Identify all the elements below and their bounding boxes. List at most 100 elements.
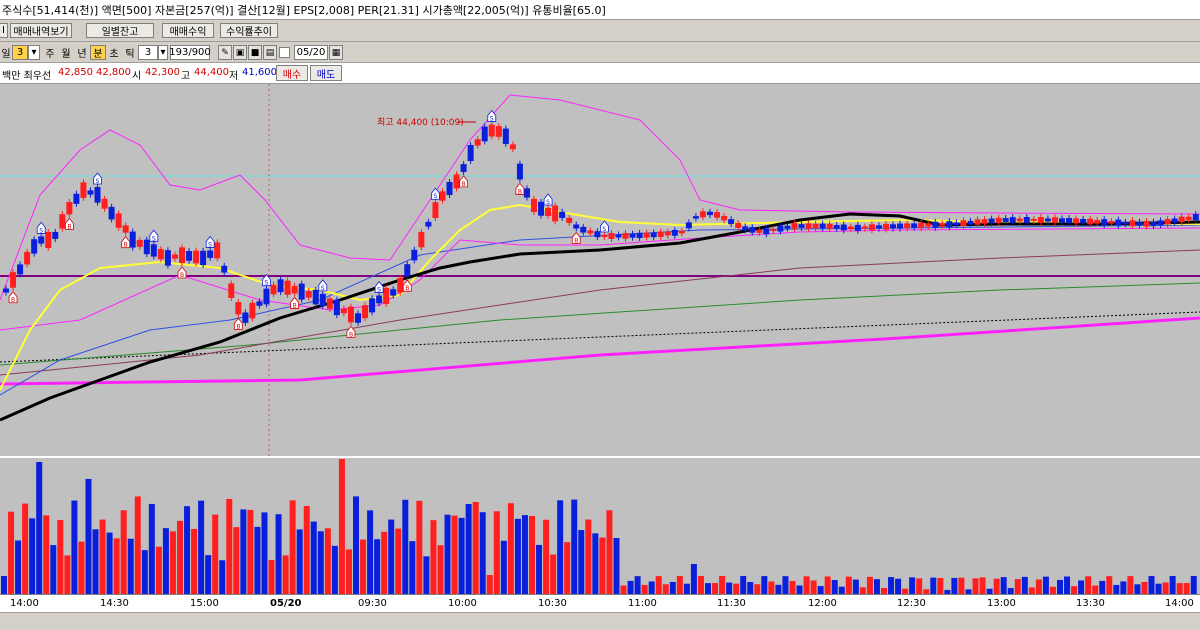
- volume-bar: [1014, 579, 1021, 594]
- period-minute[interactable]: 분: [90, 45, 106, 60]
- candle: [3, 288, 9, 293]
- candle: [460, 164, 467, 172]
- chart-settings-icon[interactable]: ▣: [233, 45, 247, 60]
- volume-bar: [916, 578, 923, 594]
- candle: [340, 308, 347, 314]
- period-dropdown-arrow[interactable]: ▾: [28, 45, 40, 60]
- candle: [988, 218, 995, 224]
- trade-history-button[interactable]: 매매내역보기: [10, 23, 72, 38]
- volume-bar: [578, 530, 585, 594]
- volume-bar: [824, 576, 831, 594]
- volume-bar: [810, 580, 817, 594]
- bar-count-field[interactable]: 193/900: [169, 45, 211, 60]
- candle: [1002, 218, 1009, 222]
- candle: [270, 284, 277, 295]
- candle: [446, 181, 453, 195]
- candle: [284, 280, 291, 295]
- volume-bar: [1078, 580, 1085, 594]
- draw-tool-icon[interactable]: ✎: [218, 45, 232, 60]
- period-year[interactable]: 년: [74, 45, 90, 60]
- time-label: 14:30: [100, 598, 129, 609]
- candle: [509, 144, 516, 150]
- volume-bar: [627, 580, 634, 594]
- volume-bar: [1, 576, 7, 594]
- volume-bar: [381, 531, 388, 594]
- buy-button[interactable]: 매수: [276, 65, 308, 81]
- candle: [383, 287, 390, 304]
- candle: [1009, 217, 1016, 223]
- volume-bar: [852, 579, 859, 594]
- period-second[interactable]: 초: [106, 45, 122, 60]
- volume-bar: [345, 549, 352, 594]
- volume-bar: [817, 586, 824, 594]
- candle: [538, 201, 545, 216]
- volume-bar: [402, 499, 409, 594]
- tick-count-arrow[interactable]: ▾: [158, 45, 168, 60]
- candle: [10, 272, 17, 288]
- volume-bar: [606, 510, 613, 594]
- price-chart[interactable]: B S B S B S B S B S B S B S B S B S B S B S 최고 44,400 (10:09): [0, 84, 1200, 456]
- candle: [108, 206, 115, 220]
- volume-bar: [979, 577, 986, 594]
- volume-bar: [78, 541, 85, 594]
- volume-bar: [1176, 583, 1183, 594]
- horizontal-scrollbar[interactable]: [0, 612, 1200, 630]
- candle: [235, 302, 242, 315]
- candle: [390, 289, 397, 296]
- volume-bar: [409, 541, 416, 594]
- candle: [573, 224, 580, 229]
- calendar-icon[interactable]: ▦: [329, 45, 343, 60]
- trade-marker-glyph: S: [546, 199, 550, 206]
- volume-bar: [536, 544, 543, 594]
- candle: [981, 219, 988, 224]
- candle: [214, 242, 221, 259]
- trade-marker-glyph: S: [321, 285, 325, 292]
- period-label-day[interactable]: 일: [0, 45, 12, 60]
- candle: [840, 224, 847, 231]
- save-icon[interactable]: ■: [248, 45, 262, 60]
- candle: [545, 208, 552, 217]
- candle: [488, 124, 495, 137]
- volume-chart[interactable]: [0, 458, 1200, 594]
- volume-bar: [99, 519, 106, 594]
- period-minute-value[interactable]: 3: [12, 45, 28, 60]
- candle: [516, 163, 523, 180]
- period-tick[interactable]: 틱: [122, 45, 138, 60]
- sell-button[interactable]: 매도: [310, 65, 342, 81]
- trade-profit-button[interactable]: 매매수익: [162, 23, 214, 38]
- candle: [1066, 218, 1073, 224]
- volume-bar: [1000, 577, 1007, 594]
- volume-bar: [353, 496, 359, 594]
- best-bid-value: 42,800: [96, 67, 131, 78]
- candle: [868, 224, 875, 231]
- candle: [1185, 216, 1192, 220]
- tick-count-select[interactable]: 3: [138, 45, 158, 60]
- volume-bar: [1134, 584, 1141, 594]
- candle: [629, 233, 636, 238]
- candle: [699, 211, 706, 218]
- candle: [143, 239, 150, 255]
- volume-bar: [113, 538, 120, 594]
- return-trend-button[interactable]: 수익률추이: [220, 23, 278, 38]
- period-month[interactable]: 월: [58, 45, 74, 60]
- candle: [1037, 217, 1044, 223]
- volume-bar: [71, 500, 78, 594]
- volume-bar: [1049, 586, 1056, 594]
- volume-bar: [247, 509, 254, 594]
- volume-bar: [866, 576, 873, 594]
- candle: [17, 264, 24, 275]
- date-field[interactable]: 05/20: [294, 45, 328, 60]
- candle: [650, 232, 657, 238]
- daily-balance-button[interactable]: 일별잔고: [86, 23, 154, 38]
- volume-bar: [486, 575, 493, 594]
- print-icon[interactable]: ▤: [263, 45, 277, 60]
- candle: [1143, 220, 1150, 227]
- candle: [376, 295, 383, 304]
- date-checkbox[interactable]: [279, 47, 290, 58]
- volume-bar: [303, 506, 310, 594]
- candle: [918, 222, 925, 229]
- volume-bar: [655, 576, 662, 594]
- period-week[interactable]: 주: [42, 45, 58, 60]
- trade-marker-glyph: S: [377, 287, 381, 294]
- candle: [1157, 220, 1164, 226]
